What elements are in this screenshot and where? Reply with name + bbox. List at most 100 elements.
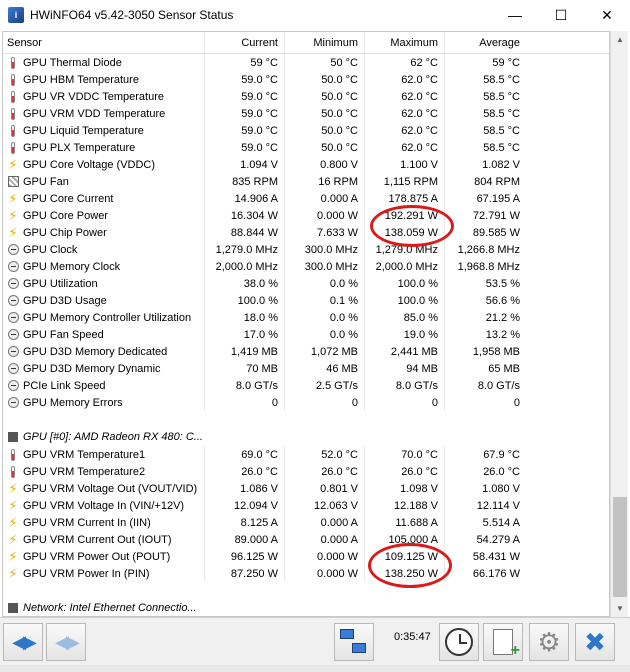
table-row[interactable]: GPU HBM Temperature 59.0 °C 50.0 °C 62.0 °C… (3, 71, 609, 88)
sensor-name: GPU Fan Speed (23, 328, 104, 341)
table-row[interactable]: ⚡ GPU VRM Current Out (IOUT) 89.000 A 0.000… (3, 531, 609, 548)
maximum-value: 2,000.0 MHz (365, 258, 445, 275)
column-header-current[interactable]: Current (205, 32, 285, 53)
table-row[interactable]: ⚡ GPU Core Current 14.906 A 0.000 A 178.875 … (3, 190, 609, 207)
group-header[interactable]: Network: Intel Ethernet Connectio... (3, 599, 609, 616)
sensor-name: GPU HBM Temperature (23, 73, 139, 86)
gear-icon: ⚙ (537, 626, 561, 657)
maximum-value: 178.875 A (365, 190, 445, 207)
average-value: 8.0 GT/s (477, 379, 520, 392)
table-row[interactable]: GPU D3D Memory Dynamic 70 MB 46 MB 94 MB 65 … (3, 360, 609, 377)
minimum-value: 50.0 °C (285, 139, 365, 156)
current-value: 59.0 °C (205, 71, 285, 88)
clock-icon (445, 628, 473, 656)
lightning-bolt-icon: ⚡ (8, 566, 18, 581)
settings-button[interactable]: ⚙ (529, 623, 569, 661)
table-row[interactable]: GPU Liquid Temperature 59.0 °C 50.0 °C 62.0… (3, 122, 609, 139)
maximum-value: 1,115 RPM (365, 173, 445, 190)
minimum-value: 0.000 A (285, 190, 365, 207)
vertical-scrollbar[interactable]: ▲ ▼ (610, 31, 628, 617)
minimum-value: 12.063 V (285, 497, 365, 514)
table-row[interactable]: GPU Fan Speed 17.0 % 0.0 % 19.0 % 13.2 % (3, 326, 609, 343)
maximum-value: 138.250 W (365, 565, 445, 582)
table-row[interactable]: PCIe Link Speed 8.0 GT/s 2.5 GT/s 8.0 GT/s 8… (3, 377, 609, 394)
table-row[interactable]: GPU VRM Temperature2 26.0 °C 26.0 °C 26.0 °… (3, 463, 609, 480)
table-row[interactable]: ⚡ GPU Core Power 16.304 W 0.000 W 192.291 W 7… (3, 207, 609, 224)
table-row[interactable]: GPU Memory Errors 0 0 0 0 (3, 394, 609, 411)
column-header-average[interactable]: Average (445, 32, 526, 53)
table-row[interactable]: GPU Memory Controller Utilization 18.0 % 0… (3, 309, 609, 326)
nav-back-forward-button[interactable]: ◀▶ (3, 623, 43, 661)
table-row[interactable]: ⚡ GPU VRM Voltage In (VIN/+12V) 12.094 V 12… (3, 497, 609, 514)
chip-icon (7, 601, 19, 615)
table-row[interactable]: GPU D3D Memory Dedicated 1,419 MB 1,072 MB… (3, 343, 609, 360)
sensor-name-cell: GPU HBM Temperature (3, 71, 205, 88)
nav-group-button[interactable]: ◀▶ (46, 623, 86, 661)
column-header-maximum[interactable]: Maximum (365, 32, 445, 53)
sensor-table[interactable]: Sensor Current Minimum Maximum Average G… (2, 31, 610, 617)
table-row[interactable]: ⚡ GPU Chip Power 88.844 W 7.633 W 138.059 W 8… (3, 224, 609, 241)
report-button[interactable] (483, 623, 523, 661)
column-header-minimum[interactable]: Minimum (285, 32, 365, 53)
maximize-button[interactable]: ☐ (538, 0, 584, 30)
table-row[interactable]: GPU Memory Clock 2,000.0 MHz 300.0 MHz 2,00… (3, 258, 609, 275)
sensor-name-cell: GPU D3D Usage (3, 292, 205, 309)
thermometer-icon (7, 448, 19, 462)
minimum-value: 0.1 % (285, 292, 365, 309)
table-body: GPU Thermal Diode 59 °C 50 °C 62 °C 59 °C GPU… (3, 54, 609, 616)
scroll-down-icon[interactable]: ▼ (611, 600, 629, 617)
minimum-value: 300.0 MHz (285, 241, 365, 258)
table-row[interactable]: ⚡ GPU VRM Current In (IIN) 8.125 A 0.000 A1… (3, 514, 609, 531)
hwinfo-icon: i (8, 7, 24, 23)
table-row[interactable]: ⚡ GPU VRM Power In (PIN) 87.250 W 0.000 W 13… (3, 565, 609, 582)
minimum-value: 46 MB (285, 360, 365, 377)
group-header[interactable]: GPU [#0]: AMD Radeon RX 480: C... (3, 428, 609, 446)
close-icon: ✖ (584, 626, 606, 657)
sensor-name-cell: GPU Thermal Diode (3, 54, 205, 71)
sensor-name: GPU VRM Voltage In (VIN/+12V) (23, 499, 185, 512)
gauge-icon (7, 277, 19, 291)
average-value: 54.279 A (476, 533, 520, 546)
network-button[interactable] (334, 623, 374, 661)
close-window-button[interactable]: ✕ (584, 0, 630, 30)
arrows-icon: ◀▶ (12, 631, 37, 652)
current-value: 59 °C (205, 54, 285, 71)
scroll-thumb[interactable] (613, 497, 627, 597)
clock-button[interactable] (439, 623, 479, 661)
average-value: 72.791 W (472, 209, 520, 222)
arrows-dim-icon: ◀▶ (55, 631, 80, 652)
table-row[interactable]: GPU VR VDDC Temperature 59.0 °C 50.0 °C 62.… (3, 88, 609, 105)
sensor-name-cell: GPU VRM Temperature2 (3, 463, 205, 480)
average-value: 58.5 °C (483, 73, 520, 86)
sensor-name-cell: GPU D3D Memory Dynamic (3, 360, 205, 377)
gauge-icon (7, 379, 19, 393)
sensor-name-cell: GPU Memory Clock (3, 258, 205, 275)
minimum-value: 1,072 MB (285, 343, 365, 360)
scroll-up-icon[interactable]: ▲ (611, 31, 629, 48)
sensor-name-cell: ⚡ GPU VRM Voltage Out (VOUT/VID) (3, 480, 205, 497)
current-value: 59.0 °C (205, 122, 285, 139)
column-header-sensor[interactable]: Sensor (3, 32, 205, 53)
table-row[interactable]: GPU PLX Temperature 59.0 °C 50.0 °C 62.0 °C… (3, 139, 609, 156)
minimize-button[interactable]: — (492, 0, 538, 30)
table-row[interactable]: GPU VRM Temperature1 69.0 °C 52.0 °C 70.0 °… (3, 446, 609, 463)
average-value: 1,968.8 MHz (457, 260, 520, 273)
spacer-row (3, 411, 609, 428)
average-value: 59 °C (492, 56, 520, 69)
sensor-name: GPU Thermal Diode (23, 56, 122, 69)
add-report-icon (493, 629, 520, 660)
table-row[interactable]: GPU Fan 835 RPM 16 RPM 1,115 RPM 804 RPM (3, 173, 609, 190)
maximum-value: 12.188 V (365, 497, 445, 514)
current-value: 26.0 °C (205, 463, 285, 480)
table-row[interactable]: GPU Clock 1,279.0 MHz 300.0 MHz 1,279.0 MHz… (3, 241, 609, 258)
table-row[interactable]: ⚡ GPU Core Voltage (VDDC) 1.094 V 0.800 V 1.… (3, 156, 609, 173)
table-row[interactable]: GPU Thermal Diode 59 °C 50 °C 62 °C 59 °C (3, 54, 609, 71)
table-row[interactable]: GPU D3D Usage 100.0 % 0.1 % 100.0 % 56.6 % (3, 292, 609, 309)
table-row[interactable]: ⚡ GPU VRM Voltage Out (VOUT/VID) 1.086 V 0.… (3, 480, 609, 497)
table-row[interactable]: GPU VRM VDD Temperature 59.0 °C 50.0 °C 62.… (3, 105, 609, 122)
thermometer-icon (7, 73, 19, 87)
table-row[interactable]: GPU Utilization 38.0 % 0.0 % 100.0 % 53.5 % (3, 275, 609, 292)
table-row[interactable]: ⚡ GPU VRM Power Out (POUT) 96.125 W 0.000 W… (3, 548, 609, 565)
current-value: 8.125 A (205, 514, 285, 531)
close-sensors-button[interactable]: ✖ (575, 623, 615, 661)
